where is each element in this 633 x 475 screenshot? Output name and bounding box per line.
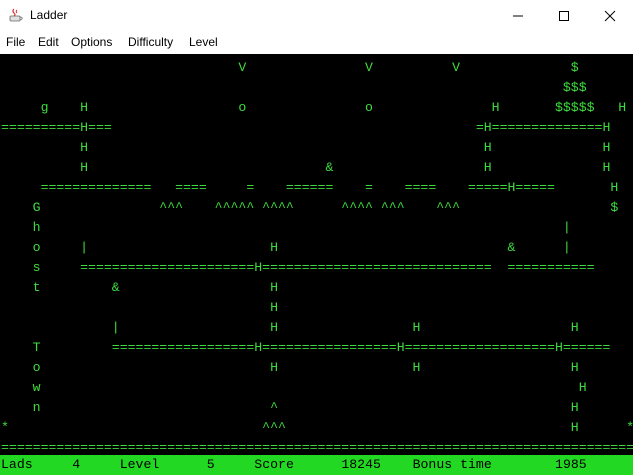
board-row: $$$ [1,80,587,95]
score-label: Score [254,457,294,472]
board-row: t & H [1,280,278,295]
menu-difficulty[interactable]: Difficulty [128,35,173,49]
maximize-icon [559,10,569,21]
board-row: T ==================H=================H=… [1,340,611,355]
score-value: 18245 [341,457,381,472]
board-row: H [1,300,278,315]
title-bar: Ladder [0,0,633,31]
menu-bar: File Edit Options Difficulty Level [0,31,633,53]
java-app-icon [9,8,23,22]
board-row: | H H H [1,320,579,335]
window-title: Ladder [30,8,68,22]
status-line: Lads 4 Level 5 Score 18245 Bonus time 19… [1,457,587,473]
board-row: H & H H [1,160,611,175]
lads-label: Lads [1,457,33,472]
lads-value: 4 [72,457,81,472]
board-row: w H [1,380,587,395]
board-row: ==========H=== =H==============H [1,120,611,135]
board-row: g H o o H $$$$$ H [1,100,627,115]
game-playfield-text: V V V $ $$$ g H o o H $$$$$ H ==========… [1,58,633,455]
level-label: Level [119,457,160,472]
board-row: ============== ==== = ====== = ==== ====… [1,180,619,195]
game-board[interactable]: V V V $ $$$ g H o o H $$$$$ H ==========… [0,54,633,455]
menu-file[interactable]: File [6,35,25,49]
menu-options[interactable]: Options [71,35,112,49]
board-row: o H H H [1,360,579,375]
board-row: o | H & | [1,240,571,255]
close-button[interactable] [587,0,633,31]
menu-level[interactable]: Level [189,35,218,49]
minimize-button[interactable] [495,0,541,31]
board-row: * ^^^ H * [1,420,633,435]
maximize-button[interactable] [541,0,587,31]
board-row: G ^^^ ^^^^^ ^^^^ ^^^^ ^^^ ^^^ $ [1,200,619,215]
board-row: h | [1,220,571,235]
board-row: V V V $ [1,60,579,75]
bonus-time-value: 1985 [555,457,587,472]
board-row: H H H [1,140,611,155]
minimize-icon [513,15,523,16]
menu-edit[interactable]: Edit [38,35,59,49]
board-row: n ^ H [1,400,579,415]
board-row: ========================================… [1,440,633,455]
status-bar: Lads 4 Level 5 Score 18245 Bonus time 19… [0,455,633,475]
close-icon [604,10,616,21]
board-row: s ======================H===============… [1,260,595,275]
bonus-time-label: Bonus time [412,457,492,472]
level-value: 5 [206,457,215,472]
